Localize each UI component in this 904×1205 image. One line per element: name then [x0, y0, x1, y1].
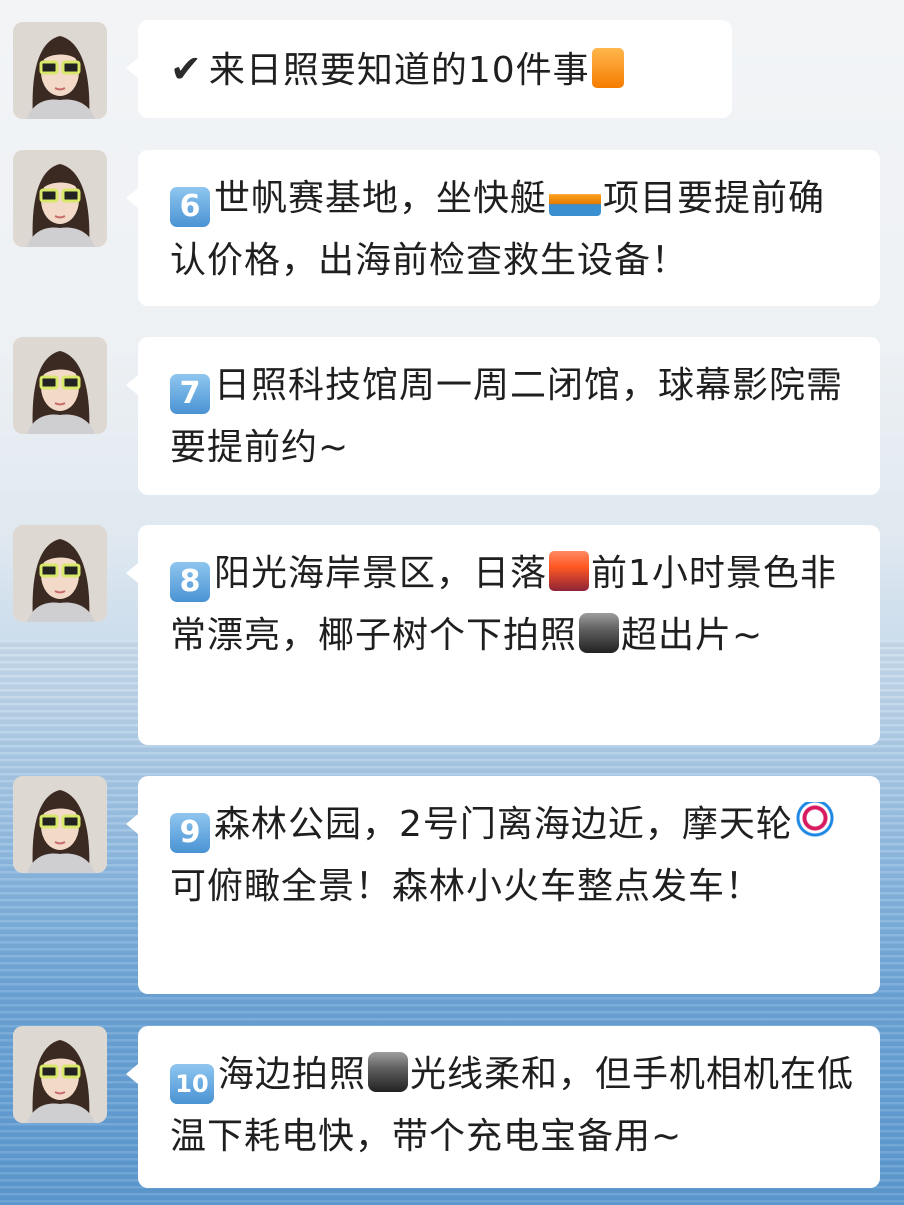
message-bubble: 9 森林公园，2号门离海边近，摩天轮可俯瞰全景！森林小火车整点发车！	[126, 776, 880, 994]
message-bubble: 7 日照科技馆周一周二闭馆，球幕影院需要提前约~	[126, 337, 880, 495]
keycap-badge: 8	[170, 562, 210, 602]
avatar[interactable]	[13, 776, 107, 873]
camera-flash-icon	[579, 613, 620, 653]
message-text: 海边拍照	[218, 1054, 367, 1095]
title-text: 来日照要知道的10件事	[208, 50, 590, 91]
message-text: 日照科技馆周一周二闭馆，球幕影院需要提前约~	[170, 365, 844, 468]
keycap-badge: 6	[170, 187, 210, 227]
city-sunset-icon	[549, 551, 590, 591]
keycap-badge: 10	[170, 1064, 214, 1104]
avatar[interactable]	[13, 337, 107, 434]
title-bubble: ✔ 来日照要知道的10件事	[126, 20, 732, 118]
message-bubble: 6 世帆赛基地，坐快艇 项目要提前确认价格，出海前检查救生设备！	[126, 150, 880, 306]
orange-book-icon	[591, 48, 624, 88]
avatar-portrait-icon	[13, 337, 107, 434]
message-text: 可俯瞰全景！森林小火车整点发车！	[170, 866, 763, 907]
message-text: 阳光海岸景区，日落	[214, 553, 548, 594]
avatar-portrait-icon	[13, 1026, 107, 1123]
avatar-portrait-icon	[13, 22, 107, 119]
message-bubble: 8 阳光海岸景区，日落 前1小时景色非常漂亮，椰子树个下拍照 超出片~	[126, 525, 880, 745]
avatar-portrait-icon	[13, 776, 107, 873]
avatar[interactable]	[13, 150, 107, 247]
message-bubble: 10 海边拍照 光线柔和，但手机相机在低温下耗电快，带个充电宝备用~	[126, 1026, 880, 1188]
avatar-portrait-icon	[13, 525, 107, 622]
ferris-wheel-icon	[794, 802, 835, 842]
heavy-check-mark-icon: ✔	[170, 47, 203, 91]
keycap-badge: 9	[170, 813, 210, 853]
message-text: 森林公园，2号门离海边近，摩天轮	[214, 804, 793, 845]
camera-flash-icon	[368, 1052, 409, 1092]
avatar[interactable]	[13, 525, 107, 622]
avatar-portrait-icon	[13, 150, 107, 247]
message-text: 超出片~	[621, 615, 764, 656]
speedboat-icon	[549, 176, 602, 216]
message-text: 世帆赛基地，坐快艇	[214, 178, 548, 219]
keycap-badge: 7	[170, 374, 210, 414]
avatar[interactable]	[13, 22, 107, 119]
avatar[interactable]	[13, 1026, 107, 1123]
